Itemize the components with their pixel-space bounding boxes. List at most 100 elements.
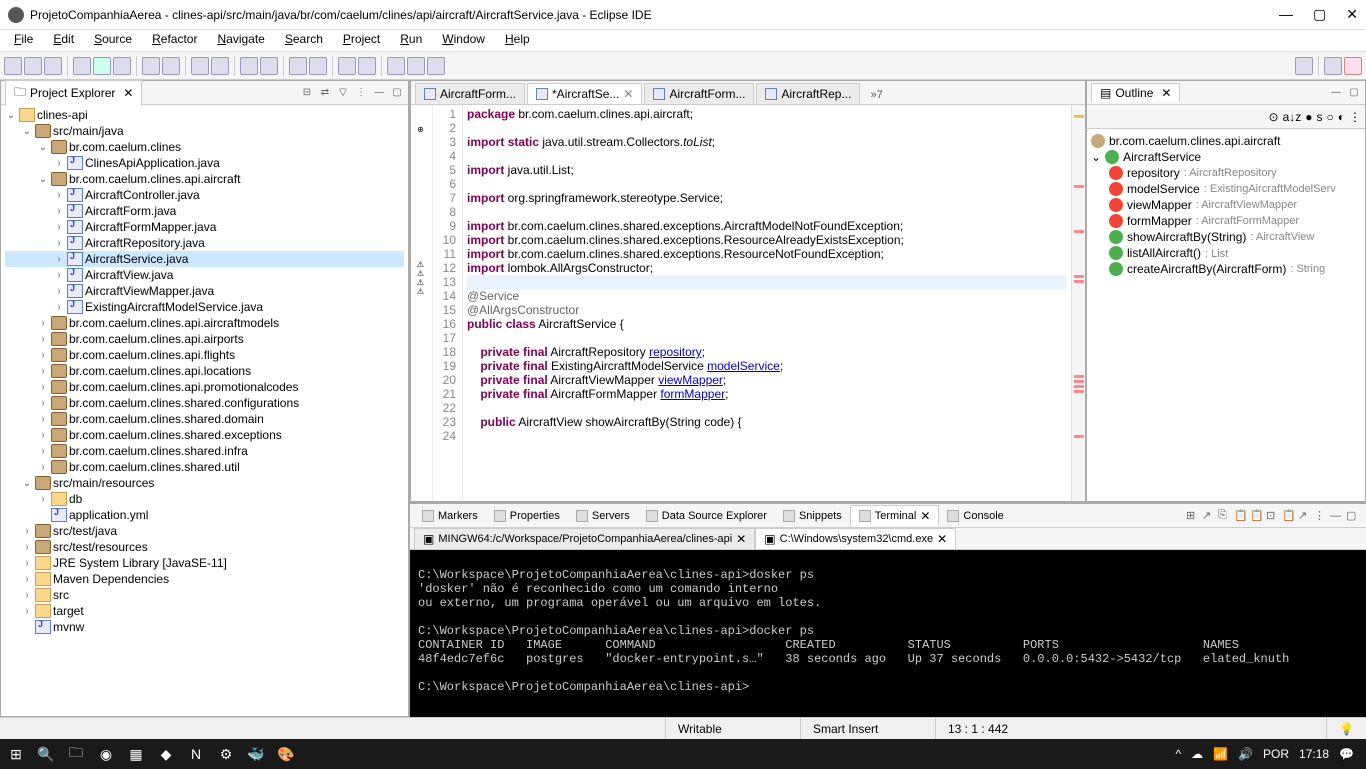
tray-wifi-icon[interactable]: 📶: [1213, 747, 1228, 761]
run-icon[interactable]: [93, 57, 111, 75]
settings-icon[interactable]: ⚙: [214, 742, 238, 766]
tree-item[interactable]: ⌄src/main/resources: [5, 475, 404, 491]
tree-item[interactable]: ›br.com.caelum.clines.api.aircraftmodels: [5, 315, 404, 331]
close-icon[interactable]: ✕: [937, 532, 947, 546]
tree-item[interactable]: ›br.com.caelum.clines.shared.infra: [5, 443, 404, 459]
outline-item[interactable]: modelService : ExistingAircraftModelServ: [1091, 181, 1361, 197]
focus-icon[interactable]: ⊙: [1269, 110, 1279, 124]
tree-item[interactable]: ⌄br.com.caelum.clines: [5, 139, 404, 155]
tree-item[interactable]: ›br.com.caelum.clines.api.promotionalcod…: [5, 379, 404, 395]
tree-item[interactable]: ⌄br.com.caelum.clines.api.aircraft: [5, 171, 404, 187]
close-icon[interactable]: ✕: [920, 509, 930, 523]
bottom-tab-properties[interactable]: Properties: [486, 507, 568, 525]
bottom-tab-markers[interactable]: Markers: [414, 507, 486, 525]
tree-item[interactable]: ›AircraftForm.java: [5, 203, 404, 219]
new-icon[interactable]: [4, 57, 22, 75]
outline-item[interactable]: br.com.caelum.clines.api.aircraft: [1091, 133, 1361, 149]
menu-refactor[interactable]: Refactor: [142, 30, 207, 51]
bottom-tab-servers[interactable]: Servers: [568, 507, 638, 525]
tree-item[interactable]: ›AircraftView.java: [5, 267, 404, 283]
open-type-icon[interactable]: [191, 57, 209, 75]
tree-item[interactable]: ›AircraftViewMapper.java: [5, 283, 404, 299]
tree-item[interactable]: ›br.com.caelum.clines.api.airports: [5, 331, 404, 347]
overview-ruler[interactable]: [1071, 105, 1085, 501]
maximize-view-icon[interactable]: ▢: [390, 86, 404, 100]
bottom-tab-terminal[interactable]: Terminal ✕: [850, 505, 940, 527]
bottom-tab-data-source-explorer[interactable]: Data Source Explorer: [638, 507, 775, 525]
tree-item[interactable]: ⌄clines-api: [5, 107, 404, 123]
bottom-toolbar-icon[interactable]: ↗: [1298, 509, 1314, 522]
coverage-icon[interactable]: [113, 57, 131, 75]
publish-icon[interactable]: [309, 57, 327, 75]
menu-edit[interactable]: Edit: [43, 30, 84, 51]
close-icon[interactable]: ✕: [736, 532, 746, 546]
outline-item[interactable]: viewMapper : AircraftViewMapper: [1091, 197, 1361, 213]
filter-icon[interactable]: ▽: [336, 86, 350, 100]
outline-tree[interactable]: br.com.caelum.clines.api.aircraft⌄ Aircr…: [1087, 129, 1365, 281]
editor-tab[interactable]: AircraftForm...: [415, 83, 525, 104]
tree-item[interactable]: ›target: [5, 603, 404, 619]
back-icon[interactable]: [407, 57, 425, 75]
tray-cloud-icon[interactable]: ☁: [1191, 747, 1203, 761]
menu-search[interactable]: Search: [275, 30, 333, 51]
tree-item[interactable]: mvnw: [5, 619, 404, 635]
sort-icon[interactable]: a↓z: [1283, 110, 1302, 124]
status-tip-icon[interactable]: 💡: [1326, 718, 1366, 739]
hide-nonpublic-icon[interactable]: ○: [1327, 110, 1334, 124]
editor-tab[interactable]: *AircraftSe...✕: [527, 83, 642, 104]
open-perspective-icon[interactable]: [1324, 57, 1342, 75]
close-icon[interactable]: ✕: [623, 87, 633, 101]
close-icon[interactable]: ✕: [123, 86, 133, 100]
outline-item[interactable]: repository : AircraftRepository: [1091, 165, 1361, 181]
menu-file[interactable]: File: [4, 30, 43, 51]
outline-item[interactable]: ⌄ AircraftService: [1091, 149, 1361, 165]
menu-help[interactable]: Help: [495, 30, 540, 51]
terminal-tab[interactable]: ▣MINGW64:/c/Workspace/ProjetoCompanhiaAe…: [414, 528, 755, 549]
tree-item[interactable]: ›AircraftFormMapper.java: [5, 219, 404, 235]
tree-item[interactable]: ›src/test/resources: [5, 539, 404, 555]
project-tree[interactable]: ⌄clines-api⌄src/main/java⌄br.com.caelum.…: [1, 105, 408, 716]
tree-item[interactable]: ›br.com.caelum.clines.api.locations: [5, 363, 404, 379]
tray-chevron-icon[interactable]: ^: [1175, 747, 1181, 761]
menu-window[interactable]: Window: [432, 30, 495, 51]
toggle-breadcrumb-icon[interactable]: [240, 57, 258, 75]
tree-item[interactable]: ›src/test/java: [5, 523, 404, 539]
code-area[interactable]: package br.com.caelum.clines.api.aircraf…: [463, 105, 1071, 501]
tree-item[interactable]: ›ExistingAircraftModelService.java: [5, 299, 404, 315]
bottom-toolbar-icon[interactable]: —: [1330, 510, 1346, 522]
tree-item[interactable]: ›br.com.caelum.clines.shared.util: [5, 459, 404, 475]
menu-project[interactable]: Project: [333, 30, 390, 51]
save-icon[interactable]: [24, 57, 42, 75]
bottom-toolbar-icon[interactable]: ▢: [1346, 509, 1362, 522]
close-icon[interactable]: ✕: [1161, 86, 1171, 100]
docker-icon[interactable]: 🐳: [244, 742, 268, 766]
maximize-view-icon[interactable]: ▢: [1347, 86, 1361, 100]
stop-server-icon[interactable]: [289, 57, 307, 75]
outline-item[interactable]: listAllAircraft() : List: [1091, 245, 1361, 261]
bottom-toolbar-icon[interactable]: ⋮: [1314, 509, 1330, 522]
outline-item[interactable]: createAircraftBy(AircraftForm) : String: [1091, 261, 1361, 277]
maximize-button[interactable]: ▢: [1313, 6, 1326, 23]
terminal-output[interactable]: C:\Workspace\ProjetoCompanhiaAerea\cline…: [410, 550, 1366, 717]
save-all-icon[interactable]: [44, 57, 62, 75]
menu-source[interactable]: Source: [84, 30, 142, 51]
bottom-tab-snippets[interactable]: Snippets: [775, 507, 850, 525]
view-menu-icon[interactable]: ⋮: [354, 86, 368, 100]
bottom-toolbar-icon[interactable]: ⊞: [1186, 509, 1202, 522]
tray-clock[interactable]: 17:18: [1299, 747, 1329, 761]
forward-icon[interactable]: [427, 57, 445, 75]
app-icon[interactable]: ◆: [154, 742, 178, 766]
search-icon[interactable]: [211, 57, 229, 75]
tree-item[interactable]: application.yml: [5, 507, 404, 523]
tree-item[interactable]: ›br.com.caelum.clines.shared.configurati…: [5, 395, 404, 411]
minimize-button[interactable]: —: [1279, 6, 1293, 23]
tree-item[interactable]: ›JRE System Library [JavaSE-11]: [5, 555, 404, 571]
menu-navigate[interactable]: Navigate: [207, 30, 274, 51]
quick-access-icon[interactable]: [1295, 57, 1313, 75]
tree-item[interactable]: ›br.com.caelum.clines.shared.exceptions: [5, 427, 404, 443]
tree-item[interactable]: ›br.com.caelum.clines.shared.domain: [5, 411, 404, 427]
outline-item[interactable]: showAircraftBy(String) : AircraftView: [1091, 229, 1361, 245]
project-explorer-tab[interactable]: 🗀 Project Explorer ✕: [5, 80, 142, 106]
bottom-toolbar-icon[interactable]: 📋: [1282, 509, 1298, 522]
bottom-tab-console[interactable]: Console: [939, 507, 1011, 525]
